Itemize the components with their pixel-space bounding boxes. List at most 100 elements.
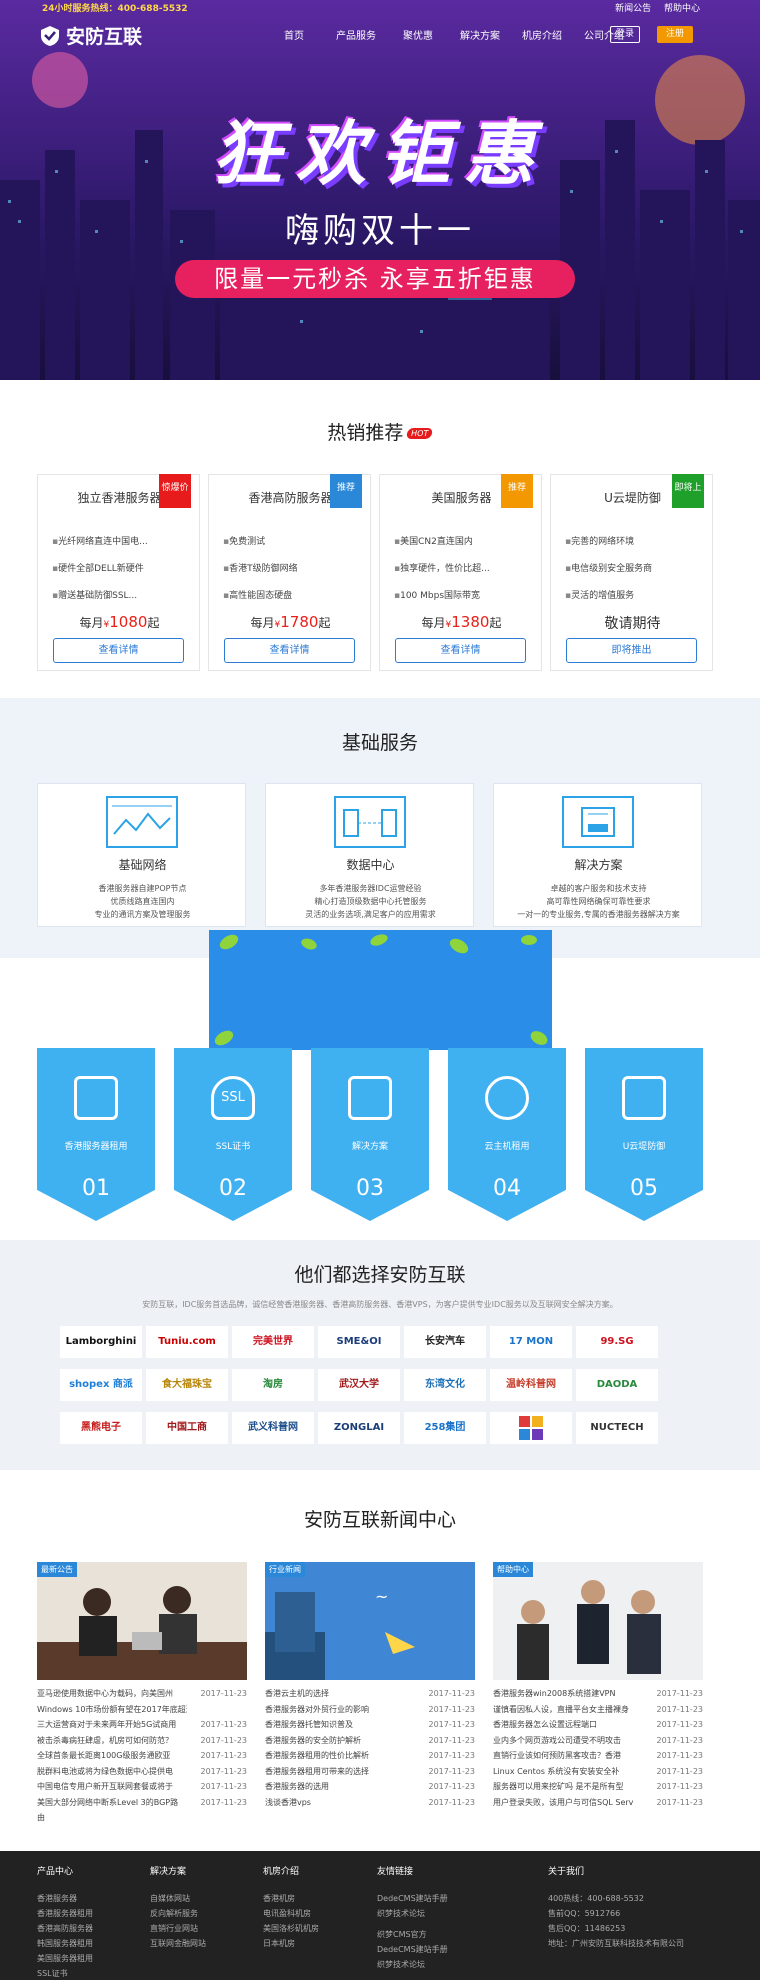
news-list-item[interactable]: 香港服务器怎么设置远程端口 2017-11-23: [493, 1717, 703, 1733]
footer-link[interactable]: 自媒体网站: [150, 1891, 206, 1906]
view-details-button[interactable]: 查看详情: [224, 638, 355, 663]
news-list-item[interactable]: 香港服务器的选用 2017-11-23: [265, 1779, 475, 1795]
service-tile-solutions[interactable]: 解决方案 03: [311, 1048, 429, 1221]
news-list-item[interactable]: 直销行业该如何预防黑客攻击？香港 2017-11-23: [493, 1748, 703, 1764]
news-list-item[interactable]: 被击杀毒病狂肆虐，机房可如何防范？ 2017-11-23: [37, 1733, 247, 1749]
news-image-industry[interactable]: ~ 行业新闻: [265, 1562, 475, 1680]
ssl-shield-icon: SSL: [211, 1076, 255, 1120]
view-details-button[interactable]: 查看详情: [395, 638, 526, 663]
footer-link[interactable]: 香港服务器: [37, 1891, 93, 1906]
basic-section-title: 基础服务: [341, 732, 418, 754]
footer-link[interactable]: DedeCMS建站手册: [377, 1891, 448, 1906]
nav-item-deals[interactable]: 聚优惠: [387, 27, 449, 42]
news-list-item[interactable]: 香港服务器对外贸行业的影响 2017-11-23: [265, 1702, 475, 1718]
basic-service-card[interactable]: 基础网络 香港服务器自建POP节点 优质线路直连国内 专业的通讯方案及管理服务: [37, 783, 246, 927]
partner-logo: 温岭科普网: [490, 1369, 572, 1401]
news-list-item[interactable]: 谨慎看因私人设，直播平台女主播裸身 2017-11-23: [493, 1702, 703, 1718]
service-tile-ucloud[interactable]: U云堤防御 05: [585, 1048, 703, 1221]
feature-item: 电信级别安全服务商: [565, 556, 652, 583]
banner-promo-pill[interactable]: 限量一元秒杀 永享五折钜惠: [175, 260, 575, 298]
hero-banner: 24小时服务热线：400-688-5532 新闻公告 帮助中心 安防互联 首页 …: [0, 0, 760, 380]
news-list-item[interactable]: 全球首条最长距离100G级服务通欧亚 2017-11-23: [37, 1748, 247, 1764]
news-list-item[interactable]: 香港服务器的安全防护解析 2017-11-23: [265, 1733, 475, 1749]
news-list-item[interactable]: 香港服务器win2008系统搭建VPN 2017-11-23: [493, 1686, 703, 1702]
footer-link[interactable]: 日本机房: [263, 1936, 319, 1951]
footer-column: 友情链接 DedeCMS建站手册 织梦技术论坛 织梦CMS官方 DedeCMS建站手册织…: [377, 1865, 448, 1972]
partner-logo: SME&OI: [318, 1326, 400, 1358]
footer-link[interactable]: 香港高防服务器: [37, 1921, 93, 1936]
news-list-item[interactable]: 香港服务器租用可带来的选择 2017-11-23: [265, 1764, 475, 1780]
feature-item: 独享硬件，性价比超...: [394, 556, 490, 583]
news-list: 香港服务器win2008系统搭建VPN 2017-11-23 谨慎看因私人设，直播平…: [493, 1686, 703, 1810]
feature-item: 硬件全部DELL新硬件: [52, 556, 148, 583]
help-center-link[interactable]: 帮助中心: [664, 4, 700, 14]
service-tile-cloud[interactable]: 云主机租用 04: [448, 1048, 566, 1221]
partner-logo: 武汉大学: [318, 1369, 400, 1401]
news-list-item[interactable]: Linux Centos 系统没有安装安全补 2017-11-23: [493, 1764, 703, 1780]
news-list-item[interactable]: 香港服务器租用的性价比解析 2017-11-23: [265, 1748, 475, 1764]
footer-link[interactable]: 售后QQ：11486253: [548, 1921, 684, 1936]
site-logo[interactable]: 安防互联: [40, 22, 142, 49]
footer-link[interactable]: 售前QQ：5912766: [548, 1906, 684, 1921]
footer-link[interactable]: 互联网金融网站: [150, 1936, 206, 1951]
banner-title: 狂欢钜惠: [212, 113, 548, 195]
partner-logo: 东湾文化: [404, 1369, 486, 1401]
product-card: 独立香港服务器 惊爆价 光纤网络直连中国电... 硬件全部DELL新硬件 赠送基…: [37, 474, 200, 671]
footer-link[interactable]: SSL证书: [37, 1966, 93, 1981]
footer-link[interactable]: 美国服务器租用: [37, 1951, 93, 1966]
news-list-item[interactable]: 脱群料电池或将为绿色数据中心提供电 2017-11-23: [37, 1764, 247, 1780]
news-list-item[interactable]: 浅谈香港vps 2017-11-23: [265, 1795, 475, 1811]
coming-soon-button[interactable]: 即将推出: [566, 638, 697, 663]
news-announce-link[interactable]: 新闻公告: [615, 4, 651, 14]
service-tile-label: 解决方案: [351, 1142, 388, 1152]
footer-link[interactable]: 织梦技术论坛: [377, 1906, 448, 1921]
footer-link[interactable]: 电讯盈科机房: [263, 1906, 319, 1921]
footer-link[interactable]: 香港服务器租用: [37, 1906, 93, 1921]
footer-link[interactable]: DedeCMS建站手册: [377, 1942, 448, 1957]
footer-link[interactable]: 直销行业网站: [150, 1921, 206, 1936]
nav-item-products[interactable]: 产品服务: [325, 27, 387, 42]
partner-logo: Tuniu.com: [146, 1326, 228, 1358]
news-list-item[interactable]: 香港云主机的选择 2017-11-23: [265, 1686, 475, 1702]
service-tile-hk-server[interactable]: 香港服务器租用 01: [37, 1048, 155, 1221]
news-list-item[interactable]: Windows 10市场份额有望在2017年底超过: [37, 1702, 247, 1718]
news-list-item[interactable]: 服务器可以用来挖矿吗 是不是所有型 2017-11-23: [493, 1779, 703, 1795]
news-list-item[interactable]: 业内多个网页游戏公司遭受不明攻击 2017-11-23: [493, 1733, 703, 1749]
footer-link[interactable]: 织梦CMS官方: [377, 1927, 448, 1942]
footer-link[interactable]: 韩国服务器租用: [37, 1936, 93, 1951]
news-list-item[interactable]: 中国电信专用户新开互联网套餐或将于 2017-11-23: [37, 1779, 247, 1795]
news-section-title: 安防互联新闻中心: [303, 1509, 456, 1531]
footer-link[interactable]: 400热线：400-688-5532: [548, 1891, 684, 1906]
news-list-item[interactable]: 亚马逊使用数据中心为载码，向美国州 2017-11-23: [37, 1686, 247, 1702]
nav-item-solutions[interactable]: 解决方案: [449, 27, 511, 42]
news-image-business[interactable]: 最新公告: [37, 1562, 247, 1680]
register-button[interactable]: 注册: [657, 26, 693, 43]
footer-link[interactable]: 织梦技术论坛: [377, 1957, 448, 1972]
footer-link[interactable]: 美国洛杉矶机房: [263, 1921, 319, 1936]
footer-link[interactable]: 香港机房: [263, 1891, 319, 1906]
news-list-item[interactable]: 三大运营商对于未来两年开始5G试商用 2017-11-23: [37, 1717, 247, 1733]
footer-link[interactable]: 地址：广州安防互联科技技术有限公司: [548, 1936, 684, 1951]
nav-item-datacenter[interactable]: 机房介绍: [511, 27, 573, 42]
service-tile-label: U云堤防御: [622, 1142, 666, 1152]
footer-link[interactable]: 反向解析服务: [150, 1906, 206, 1921]
partner-logo: 武义科普网: [232, 1412, 314, 1444]
feature-item: 完善的网络环境: [565, 529, 652, 556]
login-button[interactable]: 登录: [610, 26, 640, 43]
news-list-item[interactable]: 用户登录失败，该用户与可信SQL Serv 2017-11-23: [493, 1795, 703, 1811]
basic-service-card[interactable]: 解决方案 卓越的客户服务和技术支持 高可靠性网络确保可靠性要求 一对一的专业服务,专…: [493, 783, 702, 927]
cloud-icon: [485, 1076, 529, 1120]
news-list-item[interactable]: 由: [37, 1810, 247, 1826]
service-tile-number: 03: [356, 1176, 384, 1201]
news-list-item[interactable]: 美国大部分网络中断系Level 3的BGP路 2017-11-23: [37, 1795, 247, 1811]
news-image-help[interactable]: 帮助中心: [493, 1562, 703, 1680]
footer-column: 解决方案 自媒体网站 反向解析服务 直销行业网站 互联网金融网站: [150, 1865, 206, 1951]
basic-card-desc: 多年香港服务器IDC运营经验 精心打造顶级数据中心托管服务 灵活的业务选项,满足客户…: [305, 884, 436, 919]
nav-item-home[interactable]: 首页: [263, 27, 325, 42]
service-tile-ssl[interactable]: SSL SSL证书 02: [174, 1048, 292, 1221]
partner-logo: ZONGLAI: [318, 1412, 400, 1444]
basic-service-card[interactable]: 数据中心 多年香港服务器IDC运营经验 精心打造顶级数据中心托管服务 灵活的业务选项…: [265, 783, 474, 927]
hot-title-text: 热销推荐: [327, 422, 404, 444]
news-list-item[interactable]: 香港服务器托管知识普及 2017-11-23: [265, 1717, 475, 1733]
view-details-button[interactable]: 查看详情: [53, 638, 184, 663]
